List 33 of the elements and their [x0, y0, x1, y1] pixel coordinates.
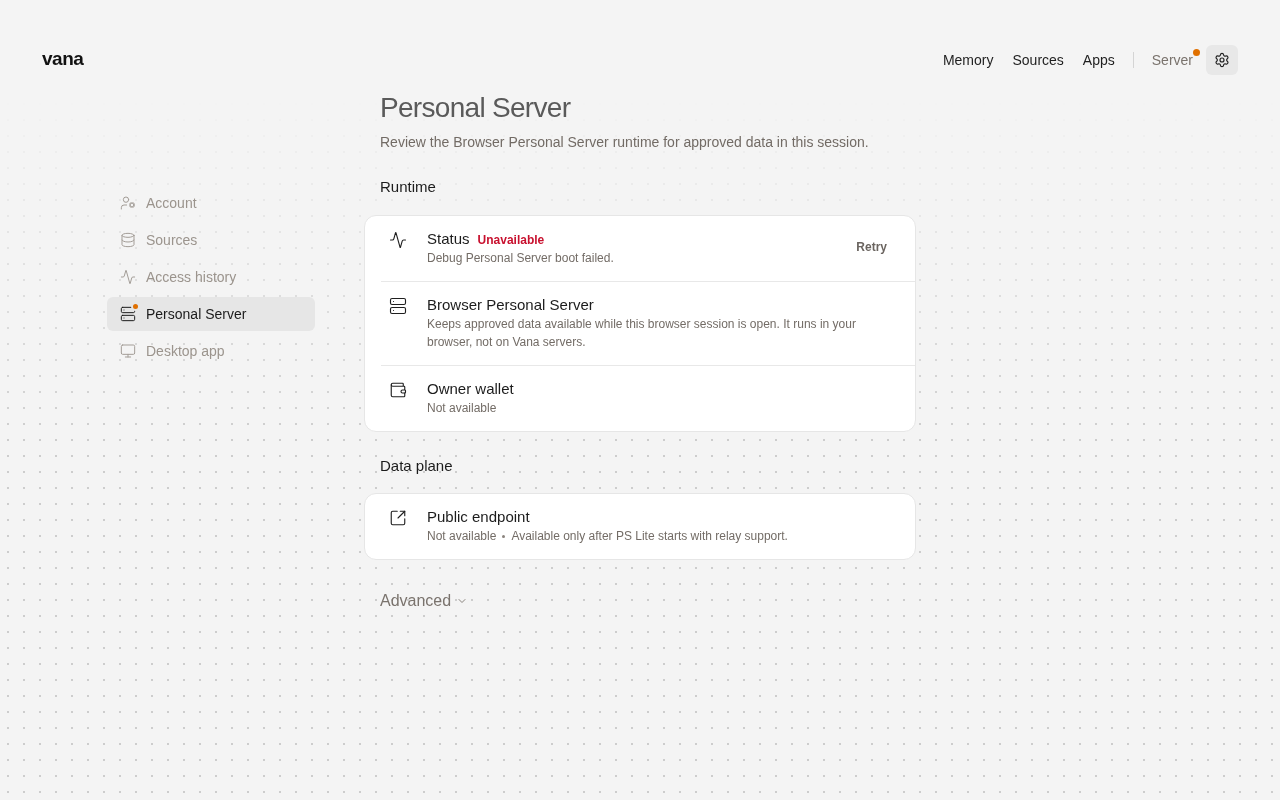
wallet-icon — [389, 381, 407, 399]
section-heading: Runtime — [379, 177, 437, 197]
row-description: Not available — [427, 400, 497, 417]
row-description: Debug Personal Server boot failed. — [427, 250, 614, 267]
sidebar-item[interactable]: Personal Server — [107, 297, 315, 331]
retry-button[interactable]: Retry — [844, 234, 899, 260]
pulse-icon — [389, 231, 407, 249]
database-icon — [120, 232, 136, 248]
settings-button[interactable] — [1206, 45, 1238, 75]
pulse-icon — [120, 269, 136, 285]
row-description: Keeps approved data available while this browser session is open. It runs in your browser, not on Vana servers. — [427, 316, 857, 351]
logo[interactable]: vana — [42, 47, 84, 71]
nav-link[interactable]: Sources — [1012, 50, 1064, 70]
monitor-icon — [120, 343, 136, 359]
advanced-toggle[interactable]: Advanced — [380, 589, 469, 613]
row-title: Owner wallet — [427, 379, 514, 399]
row-title: Status — [427, 229, 470, 249]
section-heading: Data plane — [379, 456, 454, 476]
page-title: Personal Server — [379, 91, 572, 125]
nav-link[interactable]: Memory — [942, 50, 994, 70]
server-icon — [389, 297, 407, 315]
row-description: Not available — [427, 528, 497, 545]
row-title: Public endpoint — [427, 507, 530, 527]
row-title: Browser Personal Server — [427, 295, 594, 315]
user-gear-icon — [120, 195, 136, 211]
server-icon — [120, 306, 136, 322]
nav-link[interactable]: Apps — [1082, 50, 1115, 70]
status-label: Unavailable — [477, 232, 545, 248]
arrow-out-of-square-icon — [389, 509, 407, 527]
page-subtitle: Review the Browser Personal Server runtime for approved data in this session. — [379, 133, 870, 152]
nav-link[interactable]: Server — [1151, 50, 1193, 70]
row-description: Available only after PS Lite starts with relay support. — [511, 528, 788, 545]
settings-icon — [1214, 52, 1230, 68]
